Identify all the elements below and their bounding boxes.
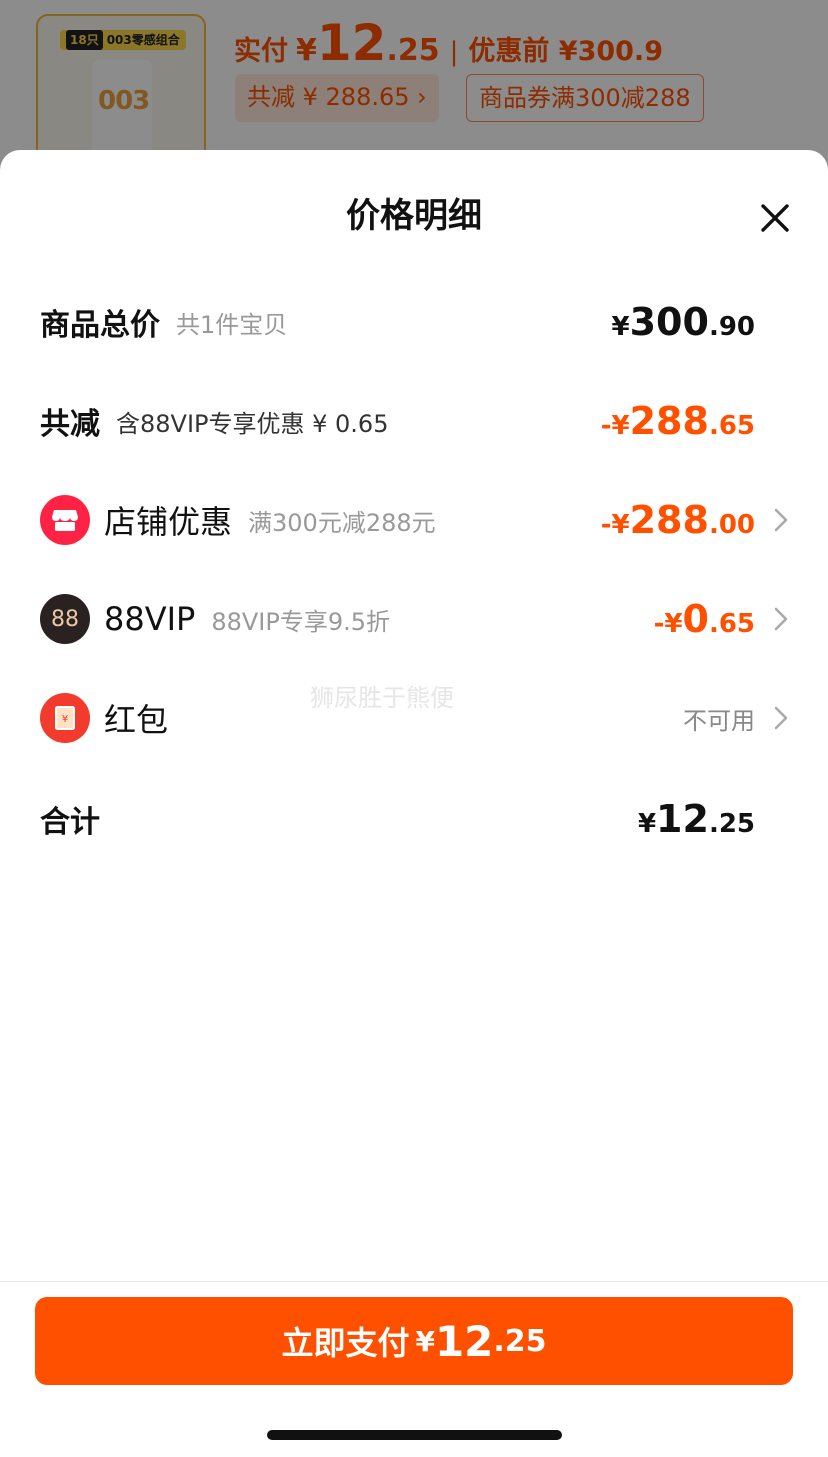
row-88vip-discount[interactable]: 88 88VIP 88VIP专享9.5折 -¥ 0 .65 (0, 579, 828, 659)
home-indicator[interactable] (267, 1430, 562, 1440)
item-count: 共1件宝贝 (176, 310, 288, 339)
shop-discount-value: -¥ 288 .00 (600, 498, 755, 542)
row-total-discount: 共减 含88VIP专享优惠 ¥ 0.65 -¥ 288 .65 (0, 381, 828, 461)
sheet-title: 价格明细 (346, 196, 482, 236)
pay-now-dec: .25 (493, 1323, 547, 1359)
red-envelope-status: 不可用 (683, 706, 755, 735)
chevron-right-icon (772, 506, 790, 534)
sum-value: ¥ 12 .25 (637, 797, 755, 841)
vip-discount-note: 含88VIP专享优惠 ¥ 0.65 (116, 409, 389, 438)
chevron-right-icon (772, 605, 790, 633)
pay-now-label: 立即支付 (281, 1324, 410, 1362)
total-price-label: 商品总价 (40, 308, 160, 343)
total-price-value: ¥ 300 .90 (611, 300, 755, 344)
shop-discount-label: 店铺优惠 (104, 503, 233, 541)
88vip-rule: 88VIP专享9.5折 (211, 607, 391, 636)
chevron-right-icon (772, 704, 790, 732)
bottom-divider (0, 1281, 828, 1282)
sum-label: 合计 (40, 805, 100, 840)
row-shop-discount[interactable]: 店铺优惠 满300元减288元 -¥ 288 .00 (0, 480, 828, 560)
svg-text:¥: ¥ (62, 714, 68, 725)
red-envelope-icon: ¥ (40, 693, 90, 743)
price-detail-sheet: 价格明细 商品总价 共1件宝贝 ¥ 300 .90 共减 含88VIP专享优惠 … (0, 150, 828, 1457)
watermark: 狮尿胜于熊便 (310, 684, 454, 712)
store-icon (40, 495, 90, 545)
close-icon[interactable] (755, 198, 795, 238)
total-discount-label: 共减 (40, 407, 100, 442)
row-total-price: 商品总价 共1件宝贝 ¥ 300 .90 (0, 282, 828, 362)
row-sum: 合计 ¥ 12 .25 (0, 779, 828, 859)
total-discount-value: -¥ 288 .65 (600, 399, 755, 443)
88vip-icon: 88 (40, 594, 90, 644)
pay-now-int: 12 (434, 1316, 494, 1366)
red-envelope-label: 红包 (104, 701, 169, 739)
pay-now-button[interactable]: 立即支付 ¥ 12 .25 (35, 1297, 793, 1385)
pay-now-yen: ¥ (415, 1324, 435, 1358)
88vip-discount-value: -¥ 0 .65 (653, 597, 755, 641)
shop-discount-rule: 满300元减288元 (248, 508, 436, 537)
88vip-label: 88VIP (104, 600, 196, 638)
